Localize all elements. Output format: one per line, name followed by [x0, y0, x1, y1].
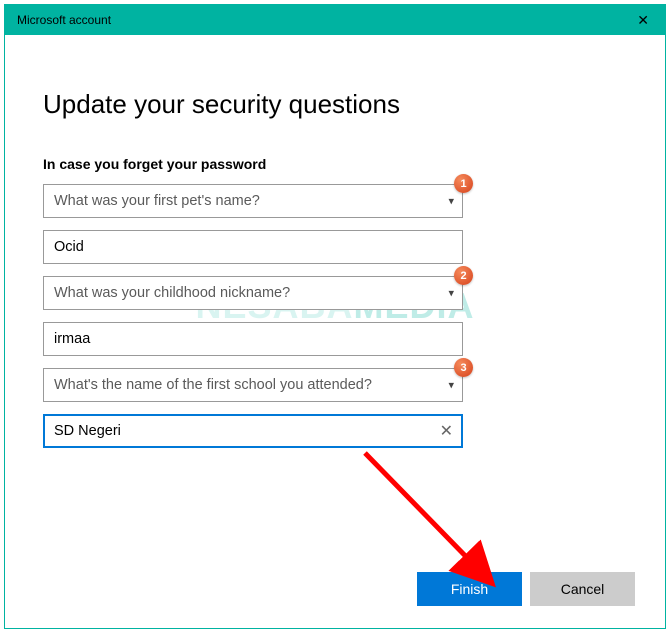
- annotation-badge-3: 3: [454, 358, 473, 377]
- finish-button[interactable]: Finish: [417, 572, 522, 606]
- annotation-badge-1: 1: [454, 174, 473, 193]
- titlebar: Microsoft account ✕: [5, 5, 665, 35]
- page-subheading: In case you forget your password: [43, 156, 627, 172]
- chevron-down-icon: ▾: [448, 379, 454, 392]
- answer-3-input[interactable]: [43, 414, 463, 448]
- question-3-select-wrap: 3 What's the name of the first school yo…: [43, 368, 463, 402]
- content-area: Update your security questions In case y…: [5, 35, 665, 448]
- button-row: Finish Cancel: [417, 572, 635, 606]
- question-1-select[interactable]: What was your first pet's name? ▾: [43, 184, 463, 218]
- question-2-label: What was your childhood nickname?: [54, 285, 290, 301]
- annotation-badge-2: 2: [454, 266, 473, 285]
- question-3-select[interactable]: What's the name of the first school you …: [43, 368, 463, 402]
- window-title: Microsoft account: [17, 13, 111, 27]
- question-3-label: What's the name of the first school you …: [54, 377, 372, 393]
- window-frame: Microsoft account ✕ NESABAMEDIA Update y…: [4, 4, 666, 629]
- cancel-button[interactable]: Cancel: [530, 572, 635, 606]
- answer-2-wrap: [43, 322, 463, 356]
- answer-1-wrap: [43, 230, 463, 264]
- question-1-select-wrap: 1 What was your first pet's name? ▾: [43, 184, 463, 218]
- answer-2-input[interactable]: [43, 322, 463, 356]
- answer-3-wrap: ✕: [43, 414, 463, 448]
- page-title: Update your security questions: [43, 89, 627, 120]
- close-icon[interactable]: ✕: [637, 12, 649, 29]
- question-1-label: What was your first pet's name?: [54, 193, 260, 209]
- question-2-select-wrap: 2 What was your childhood nickname? ▾: [43, 276, 463, 310]
- answer-1-input[interactable]: [43, 230, 463, 264]
- chevron-down-icon: ▾: [448, 287, 454, 300]
- question-2-select[interactable]: What was your childhood nickname? ▾: [43, 276, 463, 310]
- clear-icon[interactable]: ✕: [440, 421, 453, 441]
- chevron-down-icon: ▾: [448, 195, 454, 208]
